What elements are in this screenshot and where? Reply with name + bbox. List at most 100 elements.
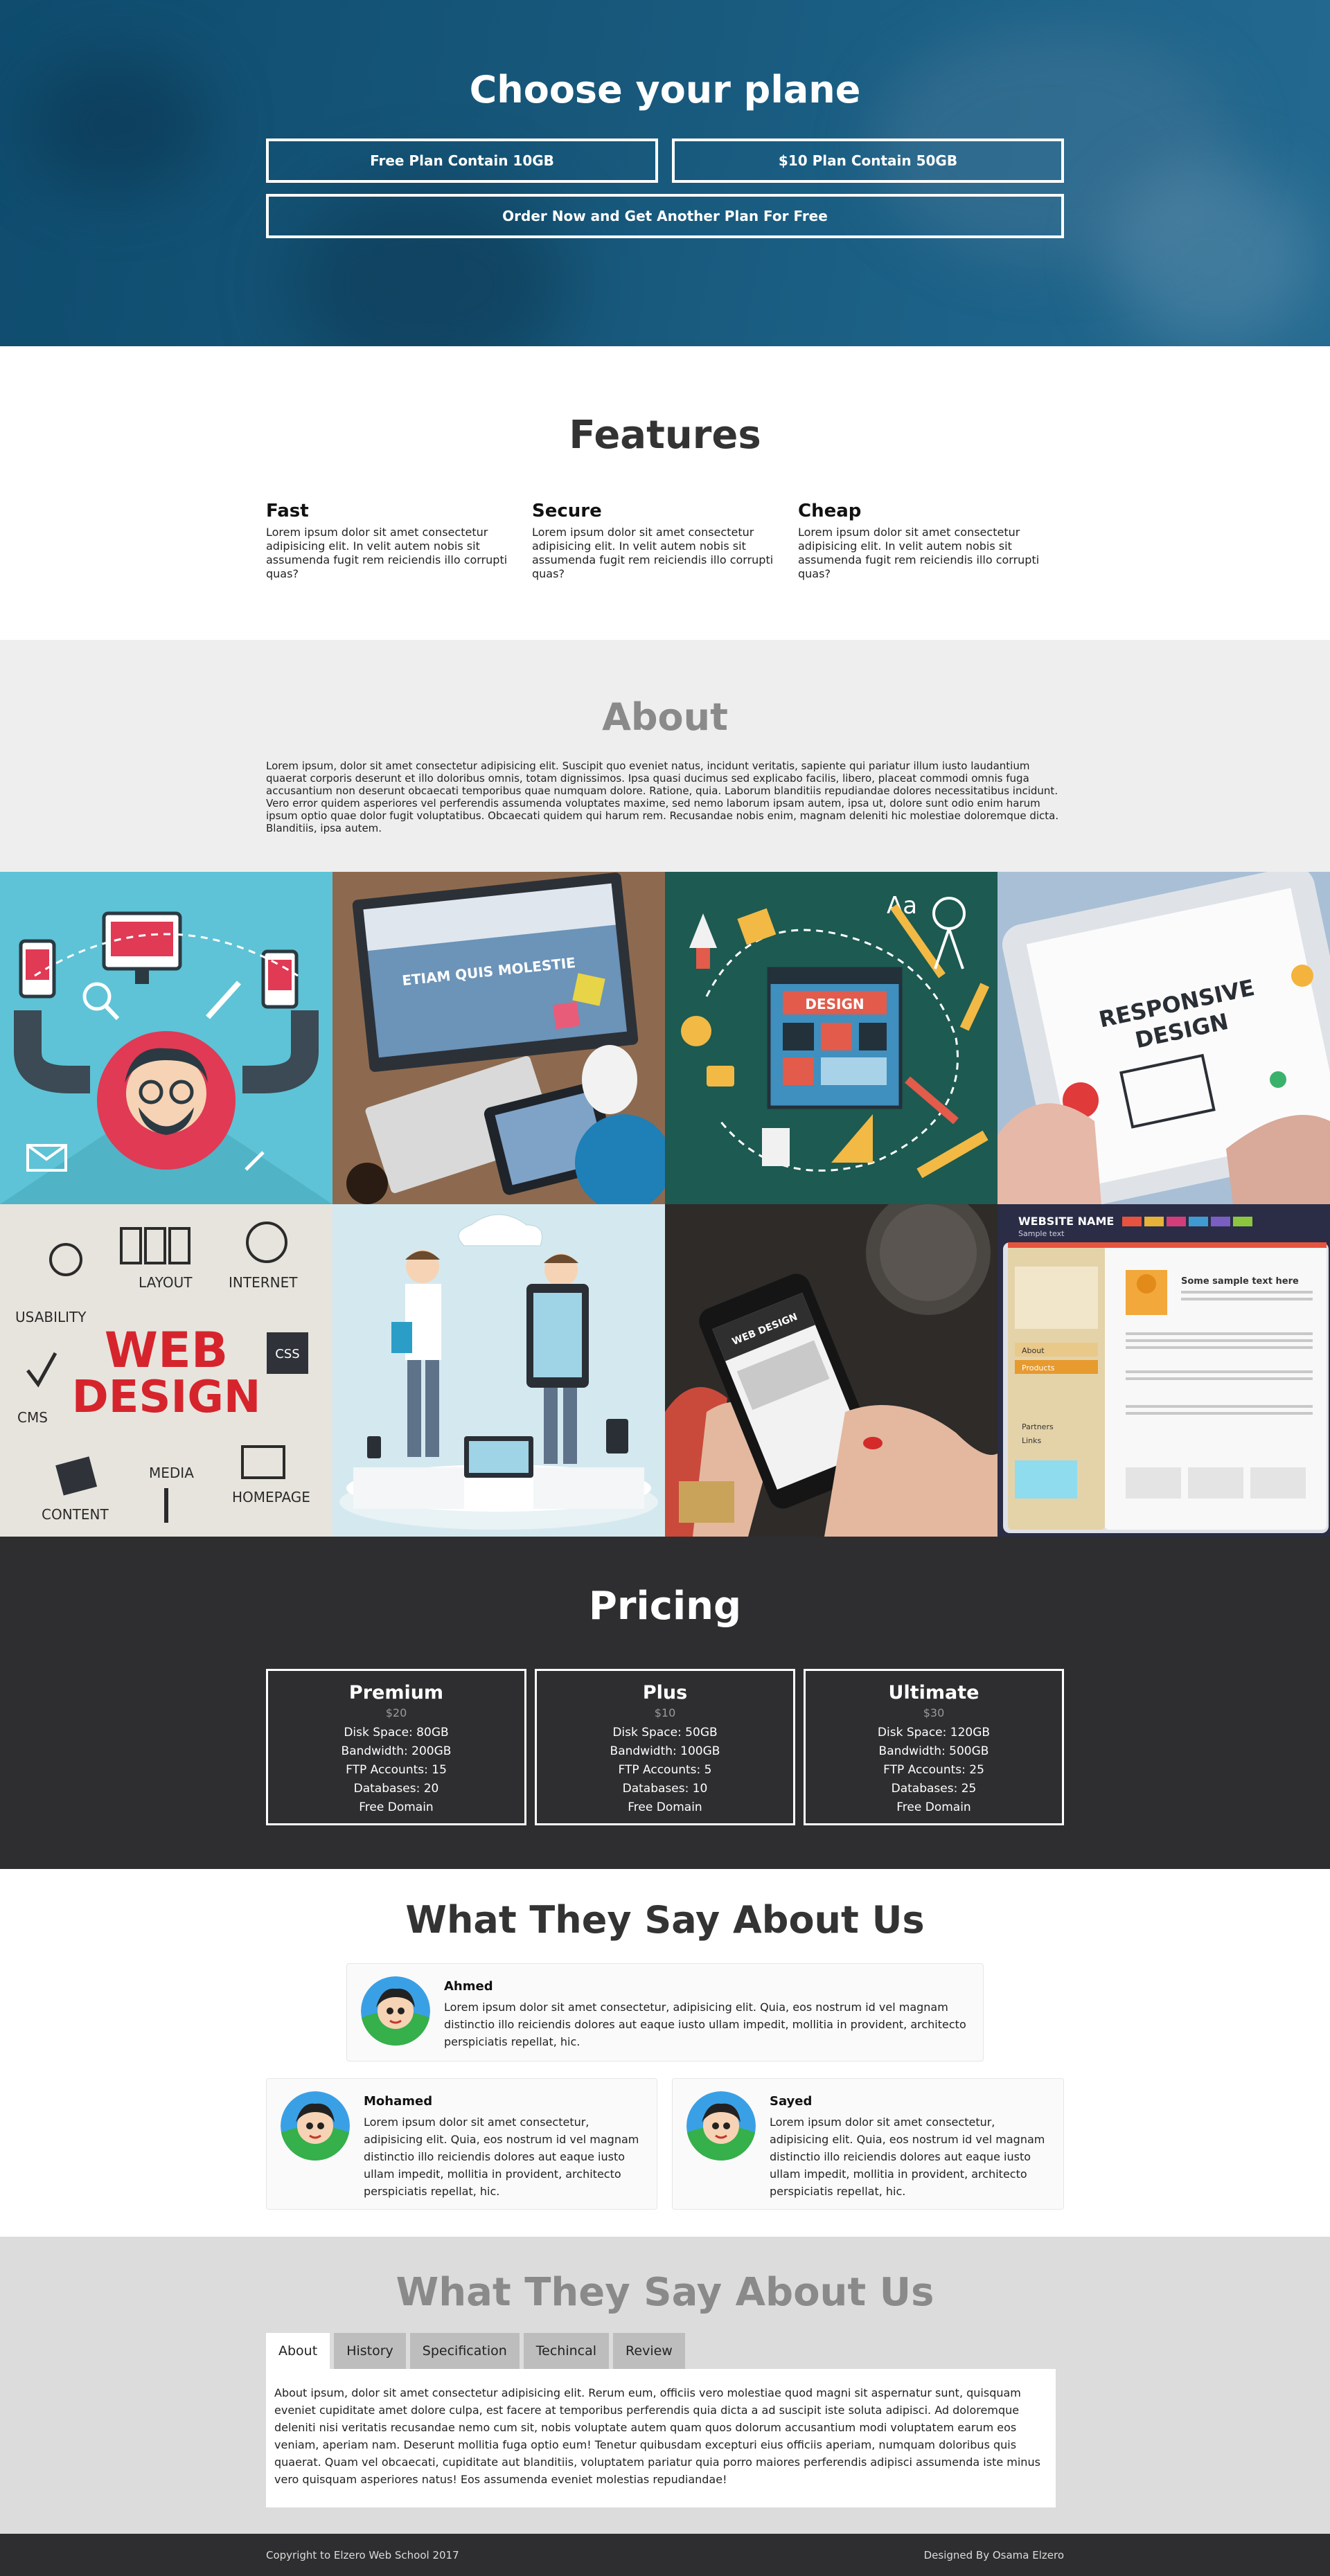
usability-label: USABILITY (15, 1309, 87, 1325)
plan-databases: Databases: 25 (891, 1782, 977, 1796)
plan-domain: Free Domain (359, 1800, 434, 1814)
plan-disk: Disk Space: 50GB (612, 1726, 718, 1739)
tab-technical[interactable]: Techincal (523, 2333, 610, 2369)
gallery-image-characters[interactable] (332, 1204, 665, 1537)
about-title: About (602, 695, 728, 739)
template-site-title: WEBSITE NAME (1018, 1215, 1114, 1228)
feature-text: Lorem ipsum dolor sit amet consectetur a… (532, 526, 774, 580)
layout-label: LAYOUT (139, 1274, 193, 1291)
features-title: Features (569, 413, 761, 458)
plan-price: $30 (923, 1706, 945, 1719)
plan-card-plus[interactable]: Plus $10 Disk Space: 50GB Bandwidth: 100… (535, 1669, 795, 1825)
about-text: Lorem ipsum, dolor sit amet consectetur … (266, 760, 1059, 834)
pricing-section: Pricing Premium $20 Disk Space: 80GB Ban… (0, 1537, 1330, 1869)
gallery-image-design-tools[interactable]: DESIGN Aa (665, 872, 998, 1204)
plan-features: Disk Space: 80GB Bandwidth: 200GB FTP Ac… (268, 1724, 524, 1817)
plan-name: Plus (642, 1682, 688, 1703)
plan-name: Ultimate (888, 1682, 979, 1703)
about-section: About Lorem ipsum, dolor sit amet consec… (0, 640, 1330, 872)
media-label: MEDIA (149, 1465, 194, 1481)
gallery-image-workspace[interactable]: ETIAM QUIS MOLESTIE (332, 872, 665, 1204)
design-label: DESIGN (805, 996, 864, 1012)
testimonial-name: Ahmed (444, 1979, 493, 1994)
plan-disk: Disk Space: 80GB (344, 1726, 449, 1739)
plan-name: Premium (348, 1682, 444, 1703)
tab-specification[interactable]: Specification (409, 2333, 520, 2369)
plan-card-premium[interactable]: Premium $20 Disk Space: 80GB Bandwidth: … (266, 1669, 526, 1825)
plan-bandwidth: Bandwidth: 200GB (341, 1744, 452, 1758)
pricing-plans: Premium $20 Disk Space: 80GB Bandwidth: … (266, 1669, 1064, 1825)
features-list: Fast Lorem ipsum dolor sit amet consecte… (266, 501, 1064, 581)
portfolio-gallery: ETIAM QUIS MOLESTIE DESIGN Aa RESPONSIVE… (0, 872, 1330, 1537)
plan-databases: Databases: 20 (353, 1782, 439, 1796)
template-menu-partners: Partners (1022, 1422, 1054, 1431)
plan-price: $10 (654, 1706, 676, 1719)
plan-card-ultimate[interactable]: Ultimate $30 Disk Space: 120GB Bandwidth… (804, 1669, 1064, 1825)
gallery-image-designer[interactable] (0, 872, 332, 1204)
feature-cheap: Cheap Lorem ipsum dolor sit amet consect… (798, 501, 1064, 581)
hero-bg-shape (1108, 166, 1316, 346)
testimonial-card: Mohamed Lorem ipsum dolor sit amet conse… (266, 2078, 657, 2210)
feature-title: Cheap (798, 501, 862, 521)
tabs-section: What They Say About Us About History Spe… (0, 2237, 1330, 2534)
template-site-subtitle: Sample text (1018, 1229, 1065, 1238)
gallery-image-website-template[interactable]: WEBSITE NAME Sample text About Products … (998, 1204, 1330, 1537)
web-word: WEB (105, 1322, 228, 1379)
hero-title: Choose your plane (469, 68, 861, 111)
template-menu-about: About (1022, 1346, 1045, 1355)
template-heading: Some sample text here (1181, 1276, 1299, 1287)
avatar (361, 1976, 430, 2046)
feature-text: Lorem ipsum dolor sit amet consectetur a… (798, 526, 1040, 580)
homepage-label: HOMEPAGE (232, 1489, 310, 1505)
tab-bar: About History Specification Techincal Re… (266, 2333, 1064, 2369)
tab-review[interactable]: Review (613, 2333, 685, 2369)
gallery-image-responsive[interactable]: RESPONSIVE DESIGN (998, 872, 1330, 1204)
content-label: CONTENT (42, 1506, 109, 1523)
testimonials-section: What They Say About Us Ahmed Lorem ipsum… (0, 1869, 1330, 2237)
testimonial-text: Lorem ipsum dolor sit amet consectetur, … (444, 2001, 966, 2048)
paid-plan-button[interactable]: $10 Plan Contain 50GB (672, 138, 1064, 183)
plan-disk: Disk Space: 120GB (877, 1726, 991, 1739)
plan-databases: Databases: 10 (622, 1782, 708, 1796)
footer-copyright: Copyright to Elzero Web School 2017 (266, 2548, 459, 2561)
feature-secure: Secure Lorem ipsum dolor sit amet consec… (532, 501, 798, 581)
testimonials-title: What They Say About Us (405, 1898, 925, 1942)
plan-ftp: FTP Accounts: 25 (883, 1763, 984, 1777)
footer: Copyright to Elzero Web School 2017 Desi… (0, 2534, 1330, 2576)
template-menu-products: Products (1022, 1363, 1055, 1372)
plan-ftp: FTP Accounts: 15 (346, 1763, 447, 1777)
feature-text: Lorem ipsum dolor sit amet consectetur a… (266, 526, 508, 580)
feature-title: Secure (532, 501, 602, 521)
feature-title: Fast (266, 501, 309, 521)
plan-features: Disk Space: 50GB Bandwidth: 100GB FTP Ac… (537, 1724, 793, 1817)
testimonial-card: Sayed Lorem ipsum dolor sit amet consect… (672, 2078, 1064, 2210)
avatar (686, 2091, 756, 2161)
testimonial-text: Lorem ipsum dolor sit amet consectetur, … (364, 2116, 639, 2198)
testimonial-text: Lorem ipsum dolor sit amet consectetur, … (770, 2116, 1045, 2198)
tab-history[interactable]: History (334, 2333, 406, 2369)
tab-about[interactable]: About (266, 2333, 330, 2369)
cms-label: CMS (17, 1409, 48, 1426)
order-now-button[interactable]: Order Now and Get Another Plan For Free (266, 194, 1064, 238)
template-menu-links: Links (1022, 1436, 1042, 1445)
testimonial-card: Ahmed Lorem ipsum dolor sit amet consect… (346, 1963, 984, 2061)
design-word: DESIGN (72, 1372, 261, 1423)
testimonial-name: Mohamed (364, 2094, 433, 2109)
feature-fast: Fast Lorem ipsum dolor sit amet consecte… (266, 501, 532, 581)
plan-domain: Free Domain (628, 1800, 702, 1814)
internet-label: INTERNET (229, 1274, 298, 1291)
plans-hero: Choose your plane Free Plan Contain 10GB… (0, 0, 1330, 346)
plan-bandwidth: Bandwidth: 500GB (878, 1744, 989, 1758)
plan-bandwidth: Bandwidth: 100GB (610, 1744, 720, 1758)
tab-panel: About ipsum, dolor sit amet consectetur … (266, 2369, 1056, 2507)
testimonial-name: Sayed (770, 2094, 813, 2109)
gallery-image-phone[interactable]: WEB DESIGN (665, 1204, 998, 1537)
plan-ftp: FTP Accounts: 5 (618, 1763, 712, 1777)
features-section: Features Fast Lorem ipsum dolor sit amet… (0, 346, 1330, 640)
gallery-image-web-design[interactable]: WEB DESIGN USABILITY LAYOUT INTERNET CMS… (0, 1204, 332, 1537)
tabs-section-title: What They Say About Us (396, 2270, 934, 2315)
footer-designer: Designed By Osama Elzero (923, 2548, 1064, 2561)
plan-features: Disk Space: 120GB Bandwidth: 500GB FTP A… (806, 1724, 1062, 1817)
avatar (281, 2091, 350, 2161)
free-plan-button[interactable]: Free Plan Contain 10GB (266, 138, 658, 183)
